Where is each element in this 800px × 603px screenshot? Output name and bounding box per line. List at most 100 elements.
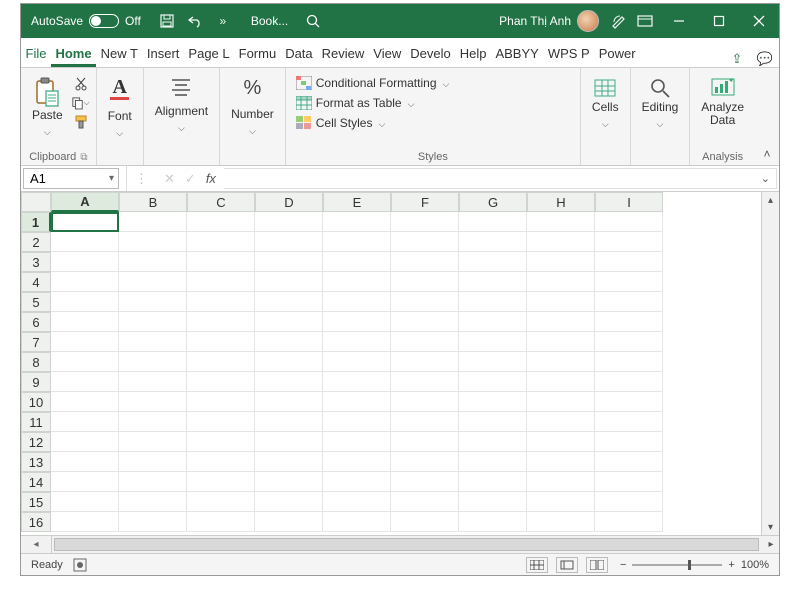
cell[interactable] [51,392,119,412]
cell[interactable] [119,212,187,232]
row-header[interactable]: 12 [21,432,51,452]
cell[interactable] [459,232,527,252]
save-icon[interactable] [159,13,175,29]
cell[interactable] [527,512,595,532]
cell[interactable] [391,432,459,452]
row-header[interactable]: 6 [21,312,51,332]
column-header[interactable]: F [391,192,459,212]
cell[interactable] [187,452,255,472]
cut-icon[interactable] [72,76,90,92]
cell[interactable] [255,452,323,472]
cell[interactable] [51,312,119,332]
scroll-down-icon[interactable]: ▾ [762,519,779,535]
cell[interactable] [187,392,255,412]
collapse-ribbon-icon[interactable]: ˄ [755,147,779,165]
tab-power[interactable]: Power [594,40,640,67]
maximize-button[interactable] [699,4,739,38]
analyze-data-button[interactable]: AnalyzeData [696,72,749,132]
normal-view-icon[interactable] [526,557,548,573]
tab-page-l[interactable]: Page L [184,40,234,67]
cell[interactable] [323,372,391,392]
cell[interactable] [255,232,323,252]
cell[interactable] [459,432,527,452]
cell[interactable] [255,472,323,492]
sheet-nav-prev[interactable]: ◂ [21,536,51,553]
scroll-thumb[interactable] [54,538,759,551]
close-button[interactable] [739,4,779,38]
tab-insert[interactable]: Insert [142,40,184,67]
enter-icon[interactable]: ✓ [185,171,196,187]
expand-formula-icon[interactable]: ⌄ [761,172,770,185]
cell[interactable] [255,432,323,452]
cell[interactable] [119,432,187,452]
cell[interactable] [119,472,187,492]
tab-wps-p[interactable]: WPS P [543,40,594,67]
vertical-scrollbar[interactable]: ▴ ▾ [761,192,779,535]
tab-abbyy[interactable]: ABBYY [491,40,543,67]
scroll-up-icon[interactable]: ▴ [762,192,779,208]
row-header[interactable]: 15 [21,492,51,512]
cell[interactable] [51,332,119,352]
cell[interactable] [527,292,595,312]
cell[interactable] [391,212,459,232]
column-header[interactable]: I [595,192,663,212]
cell[interactable] [527,352,595,372]
cell[interactable] [323,212,391,232]
alignment-button[interactable]: Alignment [150,72,213,139]
cell[interactable] [595,312,663,332]
cell[interactable] [119,372,187,392]
dialog-launcher-icon[interactable]: ⧉ [80,152,87,163]
tab-data[interactable]: Data [281,40,317,67]
cell[interactable] [187,432,255,452]
row-header[interactable]: 9 [21,372,51,392]
cell[interactable] [255,492,323,512]
cell[interactable] [595,372,663,392]
user-name[interactable]: Phan Thị Anh [493,14,577,28]
pen-icon[interactable] [611,13,627,29]
paste-button[interactable]: Paste [27,72,68,143]
cell[interactable] [323,232,391,252]
cell[interactable] [527,392,595,412]
cell[interactable] [391,512,459,532]
column-header[interactable]: H [527,192,595,212]
cell[interactable] [595,212,663,232]
cell[interactable] [255,292,323,312]
macro-record-icon[interactable] [73,558,95,572]
column-header[interactable]: E [323,192,391,212]
cell[interactable] [187,472,255,492]
cell[interactable] [119,312,187,332]
cell[interactable] [459,412,527,432]
cell[interactable] [527,252,595,272]
cell[interactable] [51,492,119,512]
row-header[interactable]: 14 [21,472,51,492]
cell[interactable] [595,272,663,292]
cell[interactable] [459,472,527,492]
cell[interactable] [187,352,255,372]
cell[interactable] [391,232,459,252]
cell[interactable] [51,452,119,472]
cell[interactable] [323,312,391,332]
cell[interactable] [527,452,595,472]
cell[interactable] [187,292,255,312]
column-header[interactable]: A [51,192,119,212]
cell[interactable] [391,352,459,372]
cell[interactable] [391,372,459,392]
cell[interactable] [323,332,391,352]
cell[interactable] [255,372,323,392]
minimize-button[interactable] [659,4,699,38]
cell[interactable] [595,292,663,312]
format-painter-icon[interactable] [72,114,90,130]
formula-input[interactable]: ⌄ [224,168,777,189]
cell[interactable] [255,392,323,412]
cell[interactable] [595,512,663,532]
cell[interactable] [459,272,527,292]
cell[interactable] [595,472,663,492]
scroll-right-icon[interactable]: ▸ [763,536,779,553]
editing-button[interactable]: Editing [637,72,684,135]
cell[interactable] [51,372,119,392]
cell[interactable] [187,312,255,332]
format-as-table-button[interactable]: Format as Table [292,94,574,112]
cell[interactable] [527,212,595,232]
cell[interactable] [391,312,459,332]
cell[interactable] [255,212,323,232]
